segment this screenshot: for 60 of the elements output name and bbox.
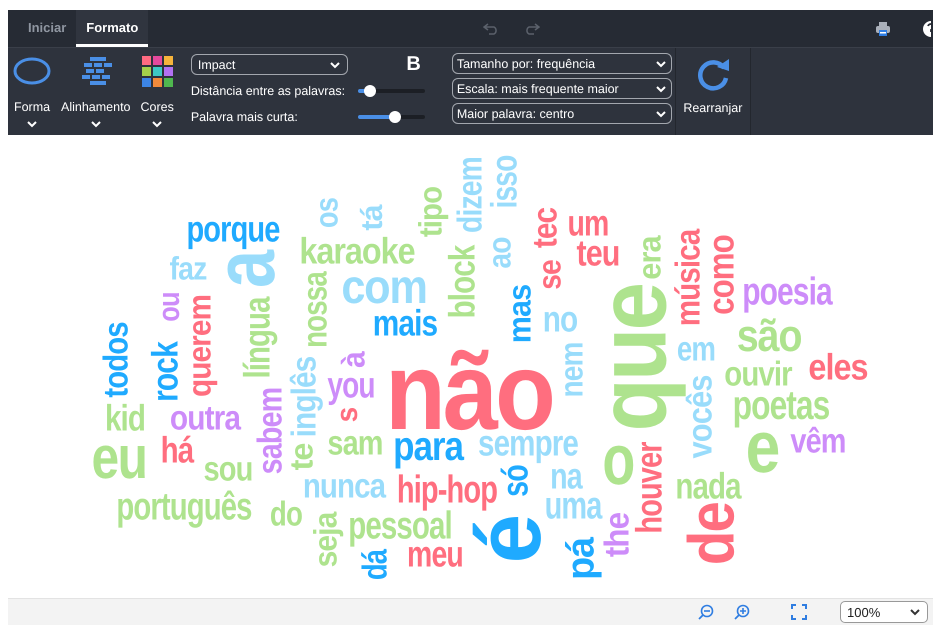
cloud-word: do [270, 493, 302, 535]
ellipse-icon [13, 56, 51, 86]
slider-label: Palavra mais curta: [190, 110, 298, 124]
tab[interactable]: Iniciar [18, 10, 76, 47]
caret-icon [90, 120, 102, 128]
dropdown[interactable]: Escala: mais frequente maior [452, 78, 672, 99]
rearrange-button[interactable]: Rearranjar [674, 48, 751, 135]
bold-button[interactable]: B [402, 53, 425, 76]
dropdown[interactable]: Maior palavra: centro [452, 103, 672, 124]
cloud-word: block [441, 246, 484, 318]
bricks-icon [80, 57, 112, 85]
slider-thumb[interactable] [364, 84, 376, 96]
cloud-word: nem [554, 342, 592, 398]
cloud-word: s [328, 408, 364, 422]
cloud-word: como [700, 235, 744, 315]
zoom-out-icon[interactable] [698, 604, 714, 620]
zoom-in-icon[interactable] [734, 604, 750, 620]
zoom-dropdown[interactable]: 100% [840, 601, 928, 623]
cloud-word: tipo [414, 186, 450, 238]
cloud-word: todos [95, 322, 136, 398]
caret-icon [654, 60, 667, 68]
cloud-word: seja [308, 512, 346, 568]
dropdown[interactable]: Tamanho por: frequência [452, 53, 672, 74]
cloud-word: pá [556, 538, 602, 580]
tool-button[interactable]: Alinhamento [58, 48, 134, 135]
cloud-word: no [542, 298, 578, 342]
slider-thumb[interactable] [388, 110, 401, 122]
cloud-word: faz [170, 252, 206, 290]
cloud-word: porque [186, 208, 280, 252]
cloud-word: sam [327, 422, 383, 464]
fullscreen-icon[interactable] [791, 604, 807, 620]
cloud-word: ao [482, 237, 520, 269]
cloud-word: há [160, 430, 194, 474]
caret-icon [151, 120, 164, 128]
cloud-word: vêm [790, 421, 846, 462]
color-grid-icon [142, 56, 173, 86]
cloud-word: dá [354, 550, 396, 580]
cloud-word: tec [524, 208, 566, 248]
cloud-word: nossa [294, 272, 336, 348]
cloud-word: tá [354, 205, 390, 231]
tool-button[interactable]: Forma [10, 48, 54, 135]
cloud-word: à [336, 352, 374, 368]
cloud-word: karaoke [299, 230, 415, 272]
cloud-word: se [532, 260, 570, 290]
tool-button[interactable]: Cores [138, 48, 177, 135]
caret-icon [909, 608, 921, 616]
tab[interactable]: Formato [76, 10, 148, 47]
slider-label: Distância entre as palavras: [190, 84, 346, 98]
caret-icon [328, 60, 341, 68]
cloud-word: era [632, 236, 670, 280]
font-dropdown[interactable]: Impact [190, 54, 348, 75]
cloud-word: língua [236, 297, 280, 379]
caret-icon [654, 110, 667, 118]
cloud-word: mais [372, 303, 438, 346]
caret-icon [654, 84, 667, 92]
cloud-word: os [308, 198, 346, 228]
cloud-word: eles [808, 346, 868, 390]
caret-icon [26, 120, 38, 128]
cloud-word: poesia [742, 268, 832, 314]
printer-icon[interactable] [875, 20, 892, 36]
